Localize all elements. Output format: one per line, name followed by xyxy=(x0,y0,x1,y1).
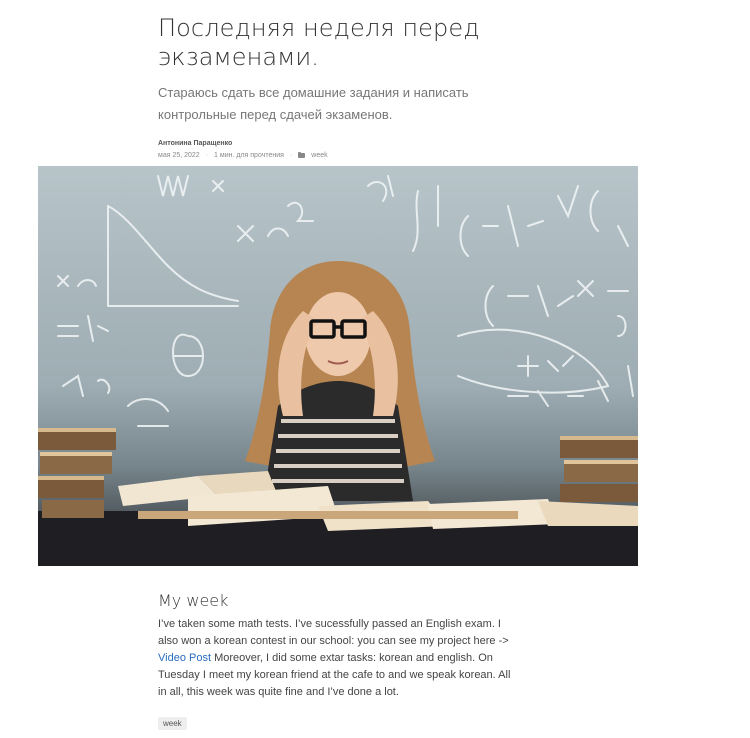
paragraph-text-end: Moreover, I did some extar tasks: korean… xyxy=(158,652,511,698)
meta-separator: · xyxy=(205,152,209,159)
article-paragraph: I’ve taken some math tests. I’ve sucessf… xyxy=(158,616,518,701)
post-meta: мая 25, 2022 · 1 мин. для прочтения · we… xyxy=(158,151,578,159)
post-subtitle: Стараюсь сдать все домашние задания и на… xyxy=(158,85,469,122)
student-studying-illustration xyxy=(38,175,638,566)
article-heading: My week xyxy=(158,591,229,610)
read-time: 1 мин. для прочтения xyxy=(214,152,284,159)
article-body: My week I’ve taken some math tests. I’ve… xyxy=(158,591,518,731)
featured-image xyxy=(38,166,638,566)
category-link[interactable]: week xyxy=(311,152,327,159)
meta-separator: · xyxy=(289,152,293,159)
post-header: Последняя неделя перед экзаменами. Стара… xyxy=(158,14,578,159)
paragraph-text-start: I’ve taken some math tests. I’ve sucessf… xyxy=(158,618,509,647)
tag-week[interactable]: week xyxy=(158,717,187,730)
video-post-link[interactable]: Video Post xyxy=(158,652,211,664)
post-title: Последняя неделя перед экзаменами. xyxy=(158,14,480,71)
author-name[interactable]: Антонина Паращенко xyxy=(158,140,578,147)
folder-icon xyxy=(298,151,306,158)
post-date: мая 25, 2022 xyxy=(158,152,200,159)
